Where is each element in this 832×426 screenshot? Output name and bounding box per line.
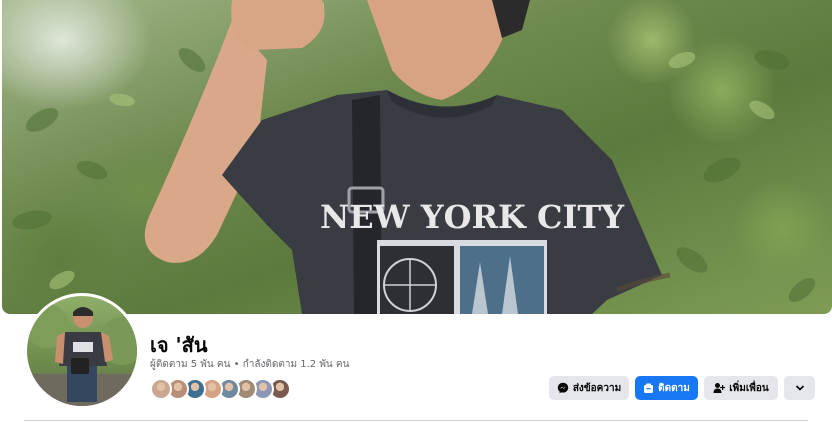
stats-separator: •: [233, 359, 240, 370]
section-divider: [24, 420, 808, 421]
more-options-button[interactable]: [784, 376, 815, 400]
cover-photo[interactable]: NEW YORK CITY: [2, 0, 832, 314]
mutual-friend-avatar[interactable]: [150, 378, 172, 400]
profile-actions: ส่งข้อความ ติดตาม เพิ่มเพื่อน: [549, 376, 815, 400]
add-friend-button-label: เพิ่มเพื่อน: [729, 382, 769, 394]
message-button[interactable]: ส่งข้อความ: [549, 376, 629, 400]
message-button-label: ส่งข้อความ: [572, 382, 622, 394]
add-friend-button[interactable]: เพิ่มเพื่อน: [704, 376, 778, 400]
following-count[interactable]: กำลังติดตาม 1.2 พัน คน: [243, 359, 350, 370]
messenger-icon: [557, 382, 569, 394]
add-friend-icon: [713, 383, 726, 393]
chevron-down-icon: [795, 385, 804, 391]
mutual-friends-avatars: [150, 378, 291, 400]
profile-avatar[interactable]: [24, 293, 140, 409]
follow-button[interactable]: ติดตาม: [635, 376, 698, 400]
follow-button-label: ติดตาม: [658, 382, 690, 394]
followers-count[interactable]: ผู้ติดตาม 5 พัน คน: [150, 359, 230, 370]
follow-stats: ผู้ติดตาม 5 พัน คน • กำลังติดตาม 1.2 พัน…: [150, 357, 349, 372]
shirt-print-text: NEW YORK CITY: [320, 198, 625, 236]
cover-illustration: NEW YORK CITY: [12, 0, 816, 314]
follow-icon: [644, 383, 654, 393]
profile-page: NEW YORK CITY เจ 'สัน ผู้ติดตาม 5 พัน คน…: [0, 0, 832, 426]
avatar-photo: [27, 304, 137, 406]
